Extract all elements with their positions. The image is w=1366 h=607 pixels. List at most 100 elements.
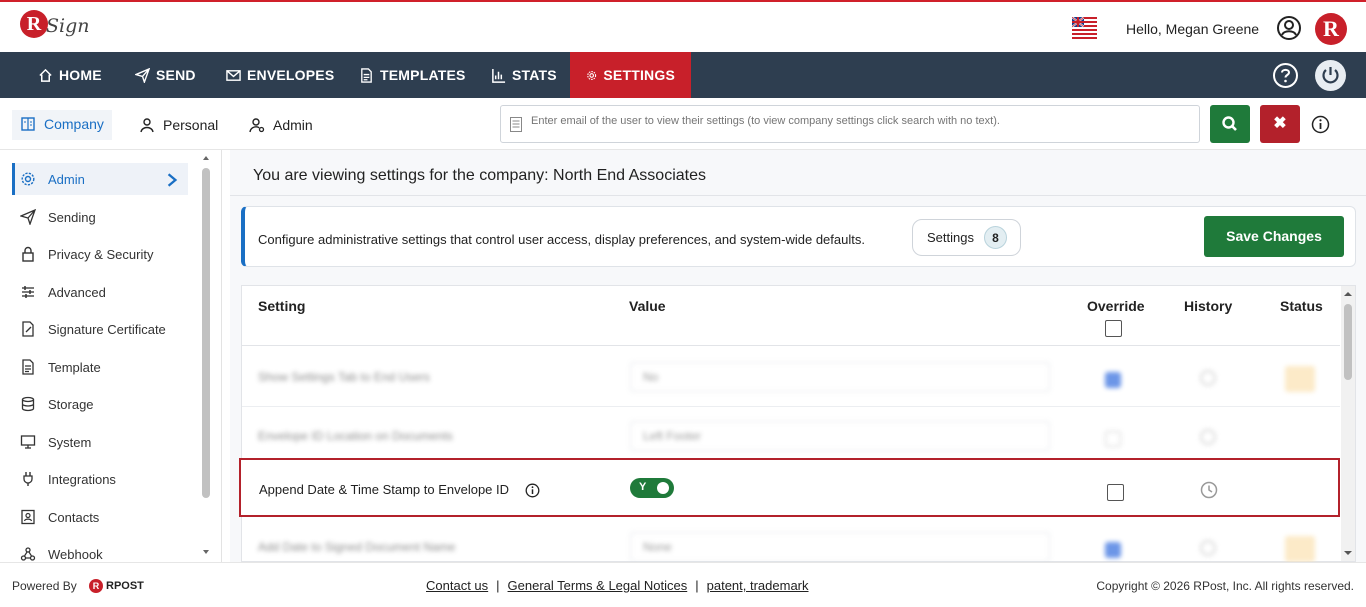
column-header-override: Override — [1087, 298, 1145, 314]
setting-name: Show Settings Tab to End Users — [258, 370, 430, 384]
nav-templates[interactable]: TEMPLATES — [359, 52, 466, 98]
nav-home-label: HOME — [59, 67, 102, 83]
info-text: Configure administrative settings that c… — [258, 232, 865, 247]
info-icon[interactable] — [1311, 115, 1330, 134]
sidebar-scrollbar[interactable] — [202, 154, 210, 556]
nav-stats[interactable]: STATS — [491, 52, 557, 98]
scroll-down-icon[interactable] — [1341, 548, 1355, 558]
sidebar-item-privacy-security[interactable]: Privacy & Security — [12, 238, 188, 270]
sidebar-item-label: Privacy & Security — [48, 246, 154, 262]
tab-admin[interactable]: Admin — [249, 110, 313, 140]
rsign-logo[interactable]: R Sign — [20, 9, 90, 47]
info-icon[interactable] — [525, 483, 540, 498]
sidebar-item-sending[interactable]: Sending — [12, 201, 188, 233]
patent-trademark-link[interactable]: patent, trademark — [707, 578, 809, 593]
plug-icon — [23, 472, 33, 486]
override-checkbox[interactable] — [1105, 431, 1121, 447]
sidebar-scroll-thumb[interactable] — [202, 168, 210, 498]
app-header: R Sign Hello, Megan Greene R — [0, 2, 1366, 52]
webhook-icon — [20, 547, 36, 561]
search-input[interactable] — [531, 115, 1191, 127]
nav-envelopes-label: ENVELOPES — [247, 67, 335, 83]
bar-chart-icon — [492, 68, 506, 83]
history-icon[interactable] — [1200, 540, 1216, 556]
settings-pill-label: Settings — [927, 230, 974, 245]
setting-value-select[interactable]: No — [630, 362, 1050, 392]
sidebar-item-label: System — [48, 434, 92, 450]
footer-links: Contact us | General Terms & Legal Notic… — [426, 578, 809, 593]
history-icon[interactable] — [1200, 429, 1216, 445]
close-icon: ✖ — [1273, 115, 1287, 132]
divider — [230, 195, 1366, 196]
toggle-switch[interactable]: Y — [630, 478, 674, 498]
sidebar-item-label: Integrations — [48, 471, 116, 487]
nav-home[interactable]: HOME — [38, 52, 102, 98]
settings-count-pill: Settings 8 — [912, 219, 1021, 256]
nav-send[interactable]: SEND — [135, 52, 196, 98]
divider — [242, 345, 1340, 346]
nav-settings-label: SETTINGS — [603, 67, 675, 83]
sidebar-item-label: Storage — [48, 396, 94, 412]
sidebar-item-contacts[interactable]: Contacts — [12, 501, 188, 533]
chevron-right-icon — [167, 173, 178, 187]
tab-company[interactable]: Company — [12, 110, 112, 140]
link-separator: | — [695, 578, 699, 593]
setting-name: Add Date to Signed Document Name — [258, 540, 456, 554]
power-button[interactable] — [1315, 60, 1346, 91]
table-row-highlighted: Append Date & Time Stamp to Envelope ID … — [239, 458, 1340, 517]
logo-r-mark: R — [20, 10, 48, 38]
select-value: None — [643, 540, 672, 554]
override-checkbox[interactable] — [1105, 372, 1121, 388]
sidebar-item-storage[interactable]: Storage — [12, 388, 188, 420]
rpost-brand-icon[interactable]: R — [1315, 13, 1347, 45]
sidebar-item-label: Sending — [48, 209, 96, 225]
table-scroll-thumb[interactable] — [1344, 304, 1352, 380]
user-profile-icon[interactable] — [1276, 15, 1302, 41]
main-nav: HOME SEND ENVELOPES TEMPLATES STATS SETT… — [0, 52, 1366, 98]
setting-value-select[interactable]: Left Footer — [630, 421, 1050, 451]
send-icon — [135, 67, 150, 83]
rpost-logo[interactable]: R RPOST — [89, 578, 144, 593]
sidebar-item-label: Contacts — [48, 509, 100, 525]
table-scrollbar[interactable] — [1341, 286, 1355, 561]
setting-value-select[interactable]: None — [630, 532, 1050, 562]
search-button[interactable] — [1210, 105, 1250, 143]
scroll-down-icon[interactable] — [202, 548, 210, 556]
override-all-checkbox[interactable] — [1105, 320, 1122, 337]
settings-sidebar: Admin Sending Privacy & Security Advance… — [0, 150, 222, 562]
sidebar-item-label: Webhook — [48, 546, 103, 562]
sidebar-item-label: Admin — [48, 171, 85, 187]
settings-count-badge: 8 — [983, 226, 1007, 249]
terms-link[interactable]: General Terms & Legal Notices — [508, 578, 688, 593]
table-row: Show Settings Tab to End Users No — [242, 348, 1340, 406]
sidebar-item-signature-certificate[interactable]: Signature Certificate — [12, 313, 188, 345]
help-icon[interactable] — [1272, 62, 1299, 89]
override-checkbox[interactable] — [1105, 542, 1121, 558]
override-checkbox[interactable] — [1107, 484, 1124, 501]
sidebar-item-integrations[interactable]: Integrations — [12, 463, 188, 495]
setting-name: Append Date & Time Stamp to Envelope ID — [259, 482, 510, 497]
tab-company-label: Company — [44, 116, 104, 132]
save-changes-button[interactable]: Save Changes — [1204, 216, 1344, 257]
contact-us-link[interactable]: Contact us — [426, 578, 488, 593]
scroll-up-icon[interactable] — [202, 154, 210, 162]
sidebar-item-template[interactable]: Template — [12, 351, 188, 383]
sidebar-item-system[interactable]: System — [12, 426, 188, 458]
scroll-up-icon[interactable] — [1341, 289, 1355, 299]
history-clock-icon[interactable] — [1200, 481, 1218, 499]
tab-personal[interactable]: Personal — [139, 110, 218, 140]
user-email-search[interactable] — [500, 105, 1200, 143]
select-value: Left Footer — [643, 429, 702, 443]
rpost-logo-text: RPOST — [106, 579, 144, 592]
envelope-icon — [226, 69, 241, 81]
clear-button[interactable]: ✖ — [1260, 105, 1300, 143]
nav-settings[interactable]: SETTINGS — [570, 52, 691, 98]
user-gear-icon — [249, 118, 265, 133]
sidebar-item-admin[interactable]: Admin — [12, 163, 188, 195]
nav-envelopes[interactable]: ENVELOPES — [226, 52, 334, 98]
history-icon[interactable] — [1200, 370, 1216, 386]
home-icon — [39, 68, 52, 82]
uk-flag-icon[interactable] — [1072, 17, 1097, 39]
powered-by-text: Powered By — [12, 579, 77, 593]
sidebar-item-advanced[interactable]: Advanced — [12, 276, 188, 308]
